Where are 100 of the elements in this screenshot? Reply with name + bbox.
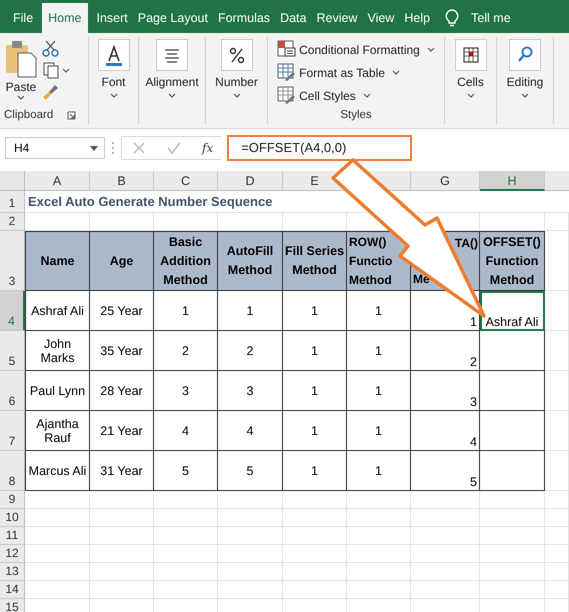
column-heading: TA() xyxy=(454,235,478,252)
caret-icon xyxy=(17,95,25,100)
table-cell: 1 xyxy=(470,315,477,329)
copy-icon xyxy=(42,61,70,79)
column-heading: Age xyxy=(110,252,134,270)
row-header[interactable]: 2 xyxy=(0,213,25,231)
ribbon-tab[interactable]: Help xyxy=(399,3,436,33)
cancel-icon xyxy=(132,141,146,155)
row-header[interactable]: 9 xyxy=(0,491,25,509)
table-cell: Ashraf Ali xyxy=(31,304,84,318)
paste-button[interactable]: Paste xyxy=(4,37,38,106)
cells-button[interactable]: Cells xyxy=(454,37,486,106)
ribbon-tab[interactable]: View xyxy=(362,3,400,33)
table-cell: 1 xyxy=(311,384,318,398)
table-cell: 1 xyxy=(375,424,382,438)
empty-cell[interactable] xyxy=(480,331,545,371)
column-header[interactable]: B xyxy=(90,171,154,191)
dropdown-arrow-icon xyxy=(90,146,98,150)
table-cell-text: John Marks xyxy=(39,336,76,364)
ribbon-tab[interactable]: Insert xyxy=(92,3,133,33)
column-header[interactable]: D xyxy=(218,171,283,191)
caret-icon xyxy=(520,93,529,98)
lightbulb-icon xyxy=(445,9,460,27)
column-header[interactable] xyxy=(545,171,569,191)
caret-icon xyxy=(362,93,371,98)
ribbon-tab[interactable]: Review xyxy=(311,3,362,33)
table-cell: 3 xyxy=(470,395,477,409)
table-brush-icon xyxy=(277,63,296,82)
dialog-launcher-icon xyxy=(67,110,76,120)
row-header[interactable]: 13 xyxy=(0,563,25,581)
table-cell: 3 xyxy=(182,384,189,398)
column-heading: Fill Series Method xyxy=(284,243,346,279)
row-header[interactable]: 6 xyxy=(0,371,25,411)
row-header[interactable]: 7 xyxy=(0,411,25,451)
row-header[interactable]: 5 xyxy=(0,331,25,371)
table-cell: Ashraf Ali xyxy=(486,315,538,329)
ribbon-tab[interactable]: Page Layout xyxy=(132,3,213,33)
column-header[interactable]: H xyxy=(480,171,545,191)
empty-cell[interactable] xyxy=(480,371,545,411)
table-cell: 28 Year xyxy=(100,384,143,398)
ribbon-tab[interactable]: File xyxy=(8,3,38,33)
row-header[interactable]: 8 xyxy=(0,451,25,491)
name-box[interactable]: H4 xyxy=(5,137,105,159)
font-button[interactable]: Font xyxy=(98,37,130,106)
editing-button[interactable]: Editing xyxy=(506,37,544,106)
alignment-button[interactable]: Alignment xyxy=(145,37,199,106)
insert-function-button[interactable]: fx xyxy=(202,141,214,155)
paintbrush-icon xyxy=(42,83,60,101)
select-all-corner[interactable] xyxy=(0,171,25,191)
table-cell: 25 Year xyxy=(100,304,143,318)
row-header[interactable]: 15 xyxy=(0,599,25,612)
column-header[interactable]: G xyxy=(411,171,480,191)
row-header[interactable]: 14 xyxy=(0,581,25,599)
table-cell: Marcus Ali xyxy=(28,464,86,478)
table-cell: 1 xyxy=(311,344,318,358)
row-header[interactable]: 10 xyxy=(0,509,25,527)
styles-command[interactable]: Cell Styles xyxy=(277,85,435,106)
column-header[interactable]: C xyxy=(154,171,218,191)
caret-icon xyxy=(392,70,400,75)
table-cell: 1 xyxy=(375,384,382,398)
table-cell-text: Ajantha Rauf xyxy=(35,416,80,444)
caret-icon xyxy=(232,93,240,98)
active-cell[interactable]: Ashraf Ali xyxy=(480,291,545,331)
empty-cell[interactable] xyxy=(480,411,545,451)
ribbon-tab[interactable]: Data xyxy=(275,3,312,33)
table-cell: 1 xyxy=(375,304,382,318)
formula-field[interactable]: =OFFSET(A4,0,0) xyxy=(227,135,412,161)
row-header[interactable]: 3 xyxy=(0,231,25,291)
row-header[interactable]: 1 xyxy=(0,191,25,213)
table-cell: 5 xyxy=(182,464,189,478)
table-cell: Paul Lynn xyxy=(30,384,86,398)
caret-icon xyxy=(110,93,118,98)
styles-command[interactable]: Conditional Formatting xyxy=(277,39,435,60)
table-cell: 1 xyxy=(182,304,189,318)
table-cell: 1 xyxy=(311,464,318,478)
table-cell: 1 xyxy=(246,304,254,318)
number-button[interactable]: Number xyxy=(215,37,258,106)
table-cell: 35 Year xyxy=(100,344,143,358)
tell-me-search[interactable]: Tell me xyxy=(445,3,511,33)
column-heading: Me xyxy=(413,271,430,288)
more-dots-icon xyxy=(111,141,115,155)
cell-brush-icon xyxy=(277,86,296,105)
column-heading: Name xyxy=(40,252,75,270)
row-header[interactable]: 11 xyxy=(0,527,25,545)
column-header[interactable]: A xyxy=(25,171,90,191)
row-header[interactable]: 12 xyxy=(0,545,25,563)
table-cell: 1 xyxy=(311,304,318,318)
conditional-format-icon xyxy=(277,40,296,59)
row-header[interactable]: 4 xyxy=(0,291,25,331)
group-label: Styles xyxy=(340,109,372,121)
empty-cell[interactable] xyxy=(480,451,545,491)
table-cell: 21 Year xyxy=(100,424,143,438)
ribbon-tab[interactable]: Formulas xyxy=(212,3,276,33)
table-cell: 1 xyxy=(375,344,382,358)
ribbon-tab[interactable]: Home xyxy=(42,3,88,33)
table-cell: 1 xyxy=(375,464,382,478)
styles-command[interactable]: Format as Table xyxy=(277,62,435,83)
column-heading: ROW() Functio Method xyxy=(349,234,392,288)
table-cell: 3 xyxy=(246,384,254,398)
caret-icon xyxy=(466,93,474,98)
